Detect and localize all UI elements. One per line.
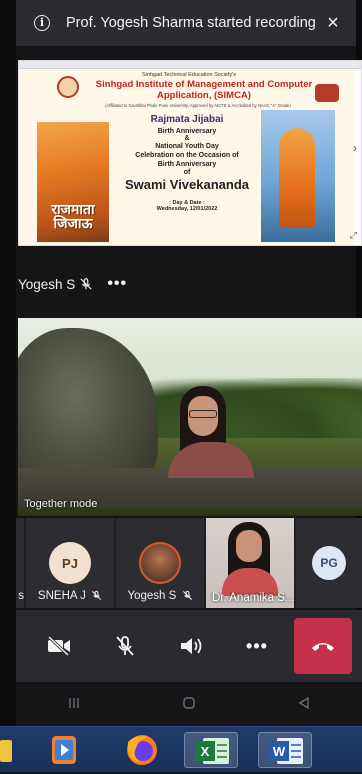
svg-text:X: X bbox=[201, 744, 210, 759]
camera-off-icon bbox=[47, 635, 70, 657]
participant-tile-pg[interactable]: PG bbox=[296, 518, 362, 608]
chevron-right-icon[interactable]: › bbox=[353, 141, 357, 155]
windows-taskbar: X W bbox=[0, 726, 362, 772]
participant-name-anamika: Dr. Anamika S... bbox=[212, 592, 294, 604]
presenter-row: Yogesh S ••• bbox=[18, 272, 127, 296]
media-player-icon bbox=[52, 736, 76, 764]
participant-tile-anamika[interactable]: Dr. Anamika S... bbox=[206, 518, 294, 608]
participant-video-person bbox=[168, 386, 254, 478]
event-poster: Sinhgad Technical Education Society's Si… bbox=[19, 70, 355, 245]
poster-org-line: Sinhgad Technical Education Society's bbox=[142, 72, 236, 78]
shared-screen[interactable]: Sinhgad Technical Education Society's Si… bbox=[18, 60, 362, 246]
excel-icon: X bbox=[195, 738, 229, 764]
left-edge bbox=[0, 0, 16, 730]
hang-up-icon bbox=[312, 643, 334, 651]
institute-logo bbox=[57, 76, 79, 98]
taskbar-media-player[interactable] bbox=[44, 732, 84, 768]
participant-name-sneha: SNEHA J bbox=[26, 590, 114, 602]
speaker-icon bbox=[181, 638, 202, 654]
participant-tile-partial-name: s bbox=[18, 590, 24, 602]
rajmata-caption: राजमाता जिजाऊ bbox=[51, 201, 95, 231]
hang-up-button[interactable] bbox=[294, 618, 352, 674]
taskbar-excel[interactable]: X bbox=[184, 732, 238, 768]
back-icon bbox=[298, 696, 310, 709]
vivekananda-figure bbox=[279, 128, 315, 228]
poster-date: Wednesday, 12/01/2022 bbox=[156, 206, 218, 212]
participant-video-anamika bbox=[222, 522, 278, 596]
mic-muted-icon bbox=[182, 590, 192, 600]
camera-toggle-button[interactable] bbox=[30, 618, 88, 674]
poster-of: of bbox=[183, 169, 191, 176]
info-icon: i bbox=[34, 15, 50, 31]
poster-title-line5: Birth Anniversary bbox=[157, 161, 217, 168]
mic-toggle-button[interactable] bbox=[96, 618, 154, 674]
recents-button[interactable] bbox=[67, 696, 81, 713]
poster-swami-vivekananda: Swami Vivekananda bbox=[124, 177, 250, 192]
presenter-name: Yogesh S bbox=[18, 276, 76, 292]
firefox-icon bbox=[127, 735, 157, 765]
participant-tile-partial[interactable]: s bbox=[16, 518, 24, 608]
avatar-yogesh-photo bbox=[139, 542, 181, 584]
mic-off-icon bbox=[116, 636, 134, 656]
mic-muted-icon bbox=[92, 590, 102, 600]
home-icon bbox=[183, 696, 195, 709]
presenter-more-options[interactable]: ••• bbox=[107, 275, 127, 293]
poster-title-line3: National Youth Day bbox=[155, 143, 219, 150]
folder-icon bbox=[0, 740, 12, 762]
home-button[interactable] bbox=[182, 696, 196, 713]
participant-strip: s PJ SNEHA J Yogesh S Dr. Anamika S... P… bbox=[16, 518, 362, 608]
poster-title-line1: Rajmata Jijabai bbox=[150, 114, 224, 125]
expand-icon[interactable]: ⤢ bbox=[350, 230, 357, 241]
taskbar-word[interactable]: W bbox=[258, 732, 312, 768]
together-mode-video[interactable]: Together mode bbox=[18, 318, 362, 516]
teams-mobile-call-screen: i Prof. Yogesh Sharma started recording … bbox=[0, 0, 362, 772]
recording-notification-banner: i Prof. Yogesh Sharma started recording … bbox=[16, 0, 356, 46]
avatar-pg: PG bbox=[312, 546, 346, 580]
rajmata-jijabai-image: राजमाता जिजाऊ bbox=[37, 122, 109, 242]
poster-institute-name: Sinhgad Institute of Management and Comp… bbox=[95, 79, 313, 101]
svg-text:W: W bbox=[273, 744, 286, 759]
poster-amp: & bbox=[184, 135, 190, 142]
poster-title-line4: Celebration on the Occasion of bbox=[135, 152, 239, 159]
call-controls-bar: ••• bbox=[16, 610, 362, 682]
shared-window-titlebar bbox=[19, 61, 361, 69]
taskbar-app-partial[interactable] bbox=[0, 732, 14, 768]
poster-affiliation: (Affiliated to Savitribai Phule Pune Uni… bbox=[105, 103, 291, 108]
speaker-button[interactable] bbox=[162, 618, 220, 674]
poster-center-text: Rajmata Jijabai Birth Anniversary & Nati… bbox=[107, 114, 267, 212]
back-button[interactable] bbox=[297, 696, 311, 713]
recording-notification-text: Prof. Yogesh Sharma started recording bbox=[66, 15, 316, 31]
swami-vivekananda-image bbox=[261, 110, 335, 242]
recents-icon bbox=[68, 697, 79, 708]
participant-name-yogesh: Yogesh S bbox=[116, 590, 204, 602]
together-mode-label: Together mode bbox=[24, 498, 98, 510]
participant-tile-yogesh[interactable]: Yogesh S bbox=[116, 518, 204, 608]
word-icon: W bbox=[269, 738, 303, 764]
taskbar-firefox[interactable] bbox=[118, 732, 166, 768]
participant-tile-sneha[interactable]: PJ SNEHA J bbox=[26, 518, 114, 608]
avatar-pj: PJ bbox=[49, 542, 91, 584]
close-icon[interactable]: × bbox=[316, 12, 350, 35]
mic-muted-icon bbox=[80, 278, 92, 290]
android-navigation-bar bbox=[16, 682, 362, 726]
poster-title-line2: Birth Anniversary bbox=[157, 128, 217, 135]
more-options-button[interactable]: ••• bbox=[228, 618, 286, 674]
